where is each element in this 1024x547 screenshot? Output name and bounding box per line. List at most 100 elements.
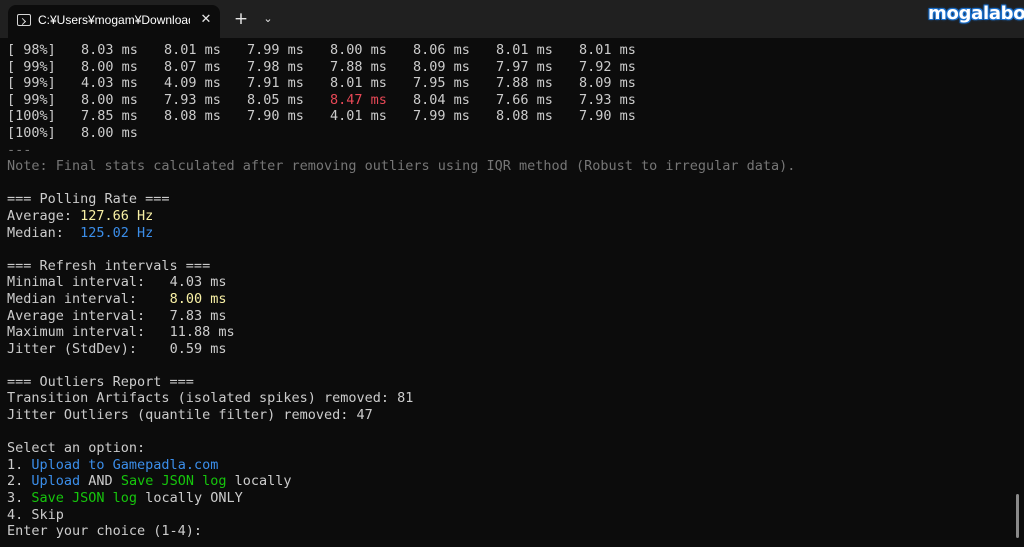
log-value: 8.00 ms	[81, 124, 138, 141]
log-value: 8.08 ms	[496, 108, 553, 125]
log-percent: [100%]	[7, 108, 56, 125]
log-value: 8.00 ms	[81, 91, 138, 108]
log-value: 7.93 ms	[579, 91, 636, 108]
separator-line: ---	[7, 141, 32, 158]
log-value: 7.85 ms	[81, 108, 138, 125]
log-value: 7.99 ms	[247, 42, 304, 58]
log-row: [ 98%] 8.03 ms 8.01 ms 7.99 ms 8.00 ms 8.06 m…	[7, 42, 1007, 59]
log-percent: [ 99%]	[7, 91, 56, 108]
interval-minimal: Minimal interval: 4.03 ms	[7, 274, 1007, 291]
watermark-logo: mogalabo	[928, 3, 1024, 24]
menu-option-2-and: AND	[80, 473, 121, 490]
new-tab-icon[interactable]: +	[233, 10, 249, 28]
log-row: [ 99%] 8.00 ms 7.93 ms 8.05 ms 8.47 ms 8.04 m…	[7, 92, 1007, 109]
log-value: 7.88 ms	[330, 58, 387, 75]
log-value: 8.08 ms	[164, 108, 221, 125]
tab-terminal[interactable]: C:¥Users¥mogam¥Downloads ✕	[8, 5, 220, 38]
title-bar: C:¥Users¥mogam¥Downloads ✕ + ⌄ mogalabo	[0, 0, 1024, 38]
intervals-header: === Refresh intervals ===	[7, 257, 211, 274]
interval-average-value: 7.83 ms	[169, 307, 227, 324]
log-percent: [ 99%]	[7, 58, 56, 75]
scrollbar-thumb[interactable]	[1016, 494, 1019, 538]
log-value: 8.00 ms	[330, 42, 387, 58]
interval-median-label: Median interval:	[7, 290, 170, 307]
outliers-header: === Outliers Report ===	[7, 373, 194, 390]
log-value: 7.88 ms	[496, 75, 553, 92]
menu-option-1-text: Upload to Gamepadla.com	[31, 456, 219, 473]
log-percent: [ 99%]	[7, 75, 56, 92]
log-row: [100%] 8.00 ms	[7, 125, 1007, 142]
log-value: 8.07 ms	[164, 58, 221, 75]
menu-option-2-upload: Upload	[31, 473, 81, 490]
terminal-output[interactable]: [ 98%] 8.03 ms 8.01 ms 7.99 ms 8.00 ms 8.06 m…	[7, 42, 1007, 540]
log-value: 8.03 ms	[81, 42, 138, 58]
interval-jitter-value: 0.59 ms	[169, 340, 227, 357]
log-value: 8.09 ms	[413, 58, 470, 75]
log-value: 8.06 ms	[413, 42, 470, 58]
log-value: 7.95 ms	[413, 75, 470, 92]
log-value-highlight: 8.47 ms	[330, 91, 387, 108]
input-prompt[interactable]: Enter your choice (1-4):	[7, 523, 1007, 540]
note-line: Note: Final stats calculated after remov…	[7, 158, 796, 175]
log-value: 7.90 ms	[579, 108, 636, 125]
interval-average: Average interval: 7.83 ms	[7, 308, 1007, 325]
log-value: 8.01 ms	[496, 42, 553, 58]
menu-option-2-rest: locally	[226, 473, 292, 490]
log-row: [ 99%] 8.00 ms 8.07 ms 7.98 ms 7.88 ms 8.09 m…	[7, 59, 1007, 76]
polling-average-label: Average:	[7, 207, 81, 224]
menu-option-4: 4. Skip	[7, 506, 64, 523]
menu-option-3-rest: locally ONLY	[137, 490, 243, 507]
menu-option-1: 1. Upload to Gamepadla.com	[7, 457, 1007, 474]
outliers-transition: Transition Artifacts (isolated spikes) r…	[7, 390, 414, 407]
menu-option-2-number: 2.	[7, 473, 32, 490]
menu-prompt: Select an option:	[7, 440, 146, 457]
interval-minimal-value: 4.03 ms	[169, 274, 227, 291]
log-value: 8.01 ms	[164, 42, 221, 58]
log-value: 8.01 ms	[330, 75, 387, 92]
terminal-icon	[17, 14, 31, 26]
log-value: 7.99 ms	[413, 108, 470, 125]
interval-minimal-label: Minimal interval:	[7, 274, 170, 291]
polling-median-value: 125.02 Hz	[80, 224, 154, 241]
log-value: 7.90 ms	[247, 108, 304, 125]
log-value: 7.92 ms	[579, 58, 636, 75]
menu-option-1-number: 1.	[7, 456, 32, 473]
close-icon[interactable]: ✕	[198, 11, 214, 29]
polling-average-value: 127.66 Hz	[80, 207, 154, 224]
polling-median-label: Median:	[7, 224, 81, 241]
interval-maximum: Maximum interval: 11.88 ms	[7, 324, 1007, 341]
log-value: 7.91 ms	[247, 75, 304, 92]
chevron-down-icon[interactable]: ⌄	[260, 10, 276, 28]
interval-average-label: Average interval:	[7, 307, 170, 324]
menu-option-3-number: 3.	[7, 490, 32, 507]
log-value: 8.04 ms	[413, 91, 470, 108]
interval-jitter: Jitter (StdDev): 0.59 ms	[7, 341, 1007, 358]
menu-option-3-save: Save JSON log	[31, 490, 138, 507]
interval-maximum-label: Maximum interval:	[7, 324, 170, 341]
log-percent: [ 98%]	[7, 42, 56, 58]
log-value: 8.01 ms	[579, 42, 636, 58]
tab-title: C:¥Users¥mogam¥Downloads	[38, 13, 190, 27]
log-value: 7.98 ms	[247, 58, 304, 75]
interval-maximum-value: 11.88 ms	[169, 324, 235, 341]
outliers-jitter: Jitter Outliers (quantile filter) remove…	[7, 407, 373, 424]
log-value: 8.05 ms	[247, 91, 304, 108]
log-value: 7.66 ms	[496, 91, 553, 108]
log-value: 4.01 ms	[330, 108, 387, 125]
menu-option-3: 3. Save JSON log locally ONLY	[7, 490, 1007, 507]
menu-option-2-save: Save JSON log	[120, 473, 227, 490]
log-value: 7.97 ms	[496, 58, 553, 75]
log-value: 4.09 ms	[164, 75, 221, 92]
log-value: 7.93 ms	[164, 91, 221, 108]
menu-option-2: 2. Upload AND Save JSON log locally	[7, 473, 1007, 490]
log-row: [100%] 7.85 ms 8.08 ms 7.90 ms 4.01 ms 7.99 m…	[7, 108, 1007, 125]
log-value: 4.03 ms	[81, 75, 138, 92]
polling-median: Median: 125.02 Hz	[7, 225, 1007, 242]
interval-median: Median interval: 8.00 ms	[7, 291, 1007, 308]
interval-jitter-label: Jitter (StdDev):	[7, 340, 170, 357]
log-value: 8.00 ms	[81, 58, 138, 75]
